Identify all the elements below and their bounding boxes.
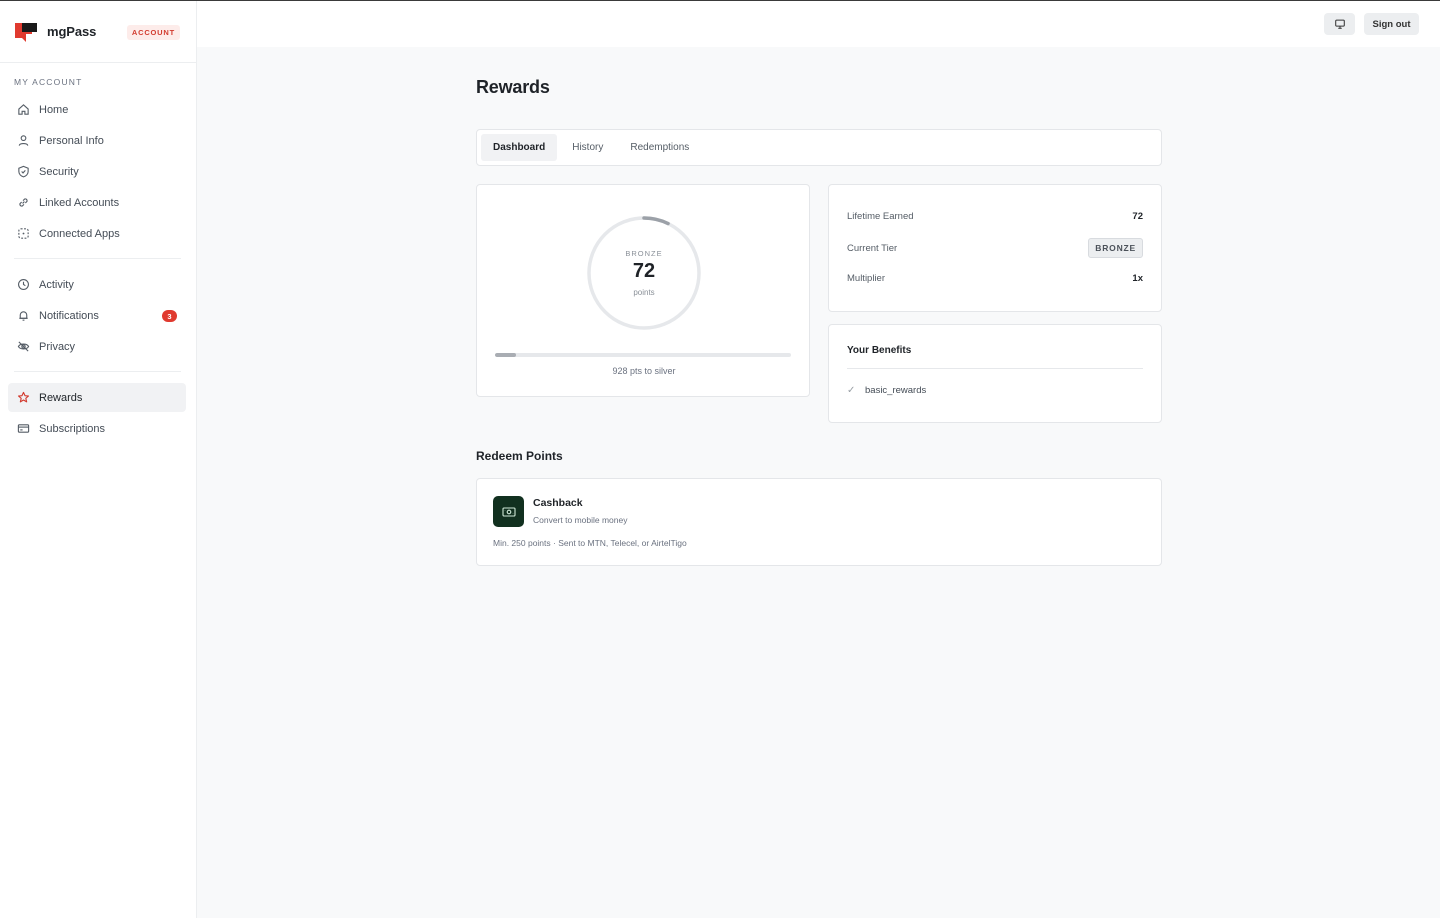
- stat-label: Multiplier: [847, 273, 886, 284]
- topbar: Sign out: [197, 1, 1440, 47]
- sidebar-item-subscriptions[interactable]: Subscriptions: [8, 414, 186, 443]
- sidebar-item-security[interactable]: Security: [8, 157, 186, 186]
- benefit-item: ✓ basic_rewards: [847, 385, 926, 396]
- eye-off-icon: [16, 340, 30, 354]
- card-icon: [16, 422, 30, 436]
- sidebar: mgPass ACCOUNT MY ACCOUNT Home Personal …: [0, 1, 197, 918]
- points-card: BRONZE 72 points 928 pts to silver: [476, 184, 810, 397]
- redeem-option-note: Min. 250 points · Sent to MTN, Telecel, …: [493, 538, 687, 548]
- check-icon: ✓: [847, 385, 856, 396]
- sidebar-item-activity[interactable]: Activity: [8, 270, 186, 299]
- shield-icon: [16, 165, 30, 179]
- sidebar-item-label: Rewards: [39, 391, 83, 404]
- tier-progress-bar: [495, 353, 791, 357]
- apps-icon: [16, 227, 30, 241]
- sidebar-item-label: Notifications: [39, 309, 99, 322]
- user-icon: [16, 134, 30, 148]
- display-toggle-button[interactable]: [1324, 13, 1355, 35]
- tier-badge: BRONZE: [1088, 238, 1143, 258]
- link-icon: [16, 196, 30, 210]
- points-value: 72: [632, 260, 656, 282]
- sidebar-item-label: Connected Apps: [39, 227, 120, 240]
- cashback-icon: [493, 496, 524, 527]
- benefits-card: Your Benefits ✓ basic_rewards: [828, 324, 1162, 423]
- sidebar-item-label: Linked Accounts: [39, 196, 120, 209]
- points-unit: points: [633, 288, 655, 297]
- redeem-option-cashback[interactable]: Cashback Convert to mobile money Min. 25…: [476, 478, 1162, 566]
- brand-header: mgPass ACCOUNT: [0, 1, 196, 63]
- monitor-icon: [1334, 19, 1345, 29]
- sidebar-item-connected-apps[interactable]: Connected Apps: [8, 219, 186, 248]
- tier-progress-fill: [495, 353, 517, 357]
- stat-value: 72: [1132, 211, 1143, 222]
- sidebar-item-personal-info[interactable]: Personal Info: [8, 126, 186, 155]
- sidebar-item-label: Activity: [39, 278, 74, 291]
- stat-value: 1x: [1132, 273, 1143, 284]
- brand-name: mgPass: [47, 24, 97, 39]
- account-badge: ACCOUNT: [126, 25, 180, 40]
- redeem-option-name: Cashback: [533, 497, 583, 509]
- sidebar-item-label: Personal Info: [39, 134, 104, 147]
- stat-row-multiplier: Multiplier 1x: [847, 273, 1143, 284]
- mgpass-logo-icon[interactable]: [14, 20, 38, 44]
- tier-progress-text: 928 pts to silver: [612, 366, 676, 376]
- sidebar-item-rewards[interactable]: Rewards: [8, 383, 186, 412]
- rewards-tabs: Dashboard History Redemptions: [476, 129, 1162, 166]
- redeem-option-desc: Convert to mobile money: [533, 515, 628, 525]
- sidebar-item-label: Home: [39, 103, 69, 116]
- sidebar-item-privacy[interactable]: Privacy: [8, 332, 186, 361]
- tab-history[interactable]: History: [560, 134, 615, 161]
- stats-card: Lifetime Earned 72 Current Tier BRONZE M…: [828, 184, 1162, 312]
- notifications-badge: 3: [162, 310, 177, 322]
- nav-divider: [14, 371, 181, 372]
- sidebar-item-label: Security: [39, 165, 79, 178]
- redeem-section-title: Redeem Points: [476, 449, 563, 463]
- sign-out-button[interactable]: Sign out: [1364, 13, 1419, 35]
- clock-icon: [16, 278, 30, 292]
- tab-redemptions[interactable]: Redemptions: [618, 134, 701, 161]
- home-icon: [16, 103, 30, 117]
- nav-section-title: MY ACCOUNT: [14, 77, 83, 87]
- benefits-title: Your Benefits: [847, 345, 912, 356]
- stat-label: Lifetime Earned: [847, 211, 914, 222]
- bell-icon: [16, 309, 30, 323]
- sidebar-item-linked-accounts[interactable]: Linked Accounts: [8, 188, 186, 217]
- sidebar-item-label: Subscriptions: [39, 422, 106, 435]
- page-title: Rewards: [476, 77, 550, 97]
- sidebar-item-home[interactable]: Home: [8, 95, 186, 124]
- stat-row-lifetime: Lifetime Earned 72: [847, 211, 1143, 222]
- stat-row-tier: Current Tier BRONZE: [847, 238, 1143, 258]
- nav-divider: [14, 258, 181, 259]
- star-icon: [16, 391, 30, 405]
- stat-label: Current Tier: [847, 242, 898, 254]
- benefits-divider: [847, 368, 1143, 369]
- benefit-label: basic_rewards: [865, 385, 927, 396]
- tab-dashboard[interactable]: Dashboard: [481, 134, 558, 161]
- sidebar-item-notifications[interactable]: Notifications 3: [8, 301, 186, 330]
- sidebar-item-label: Privacy: [39, 340, 76, 353]
- tier-label: BRONZE: [625, 249, 663, 258]
